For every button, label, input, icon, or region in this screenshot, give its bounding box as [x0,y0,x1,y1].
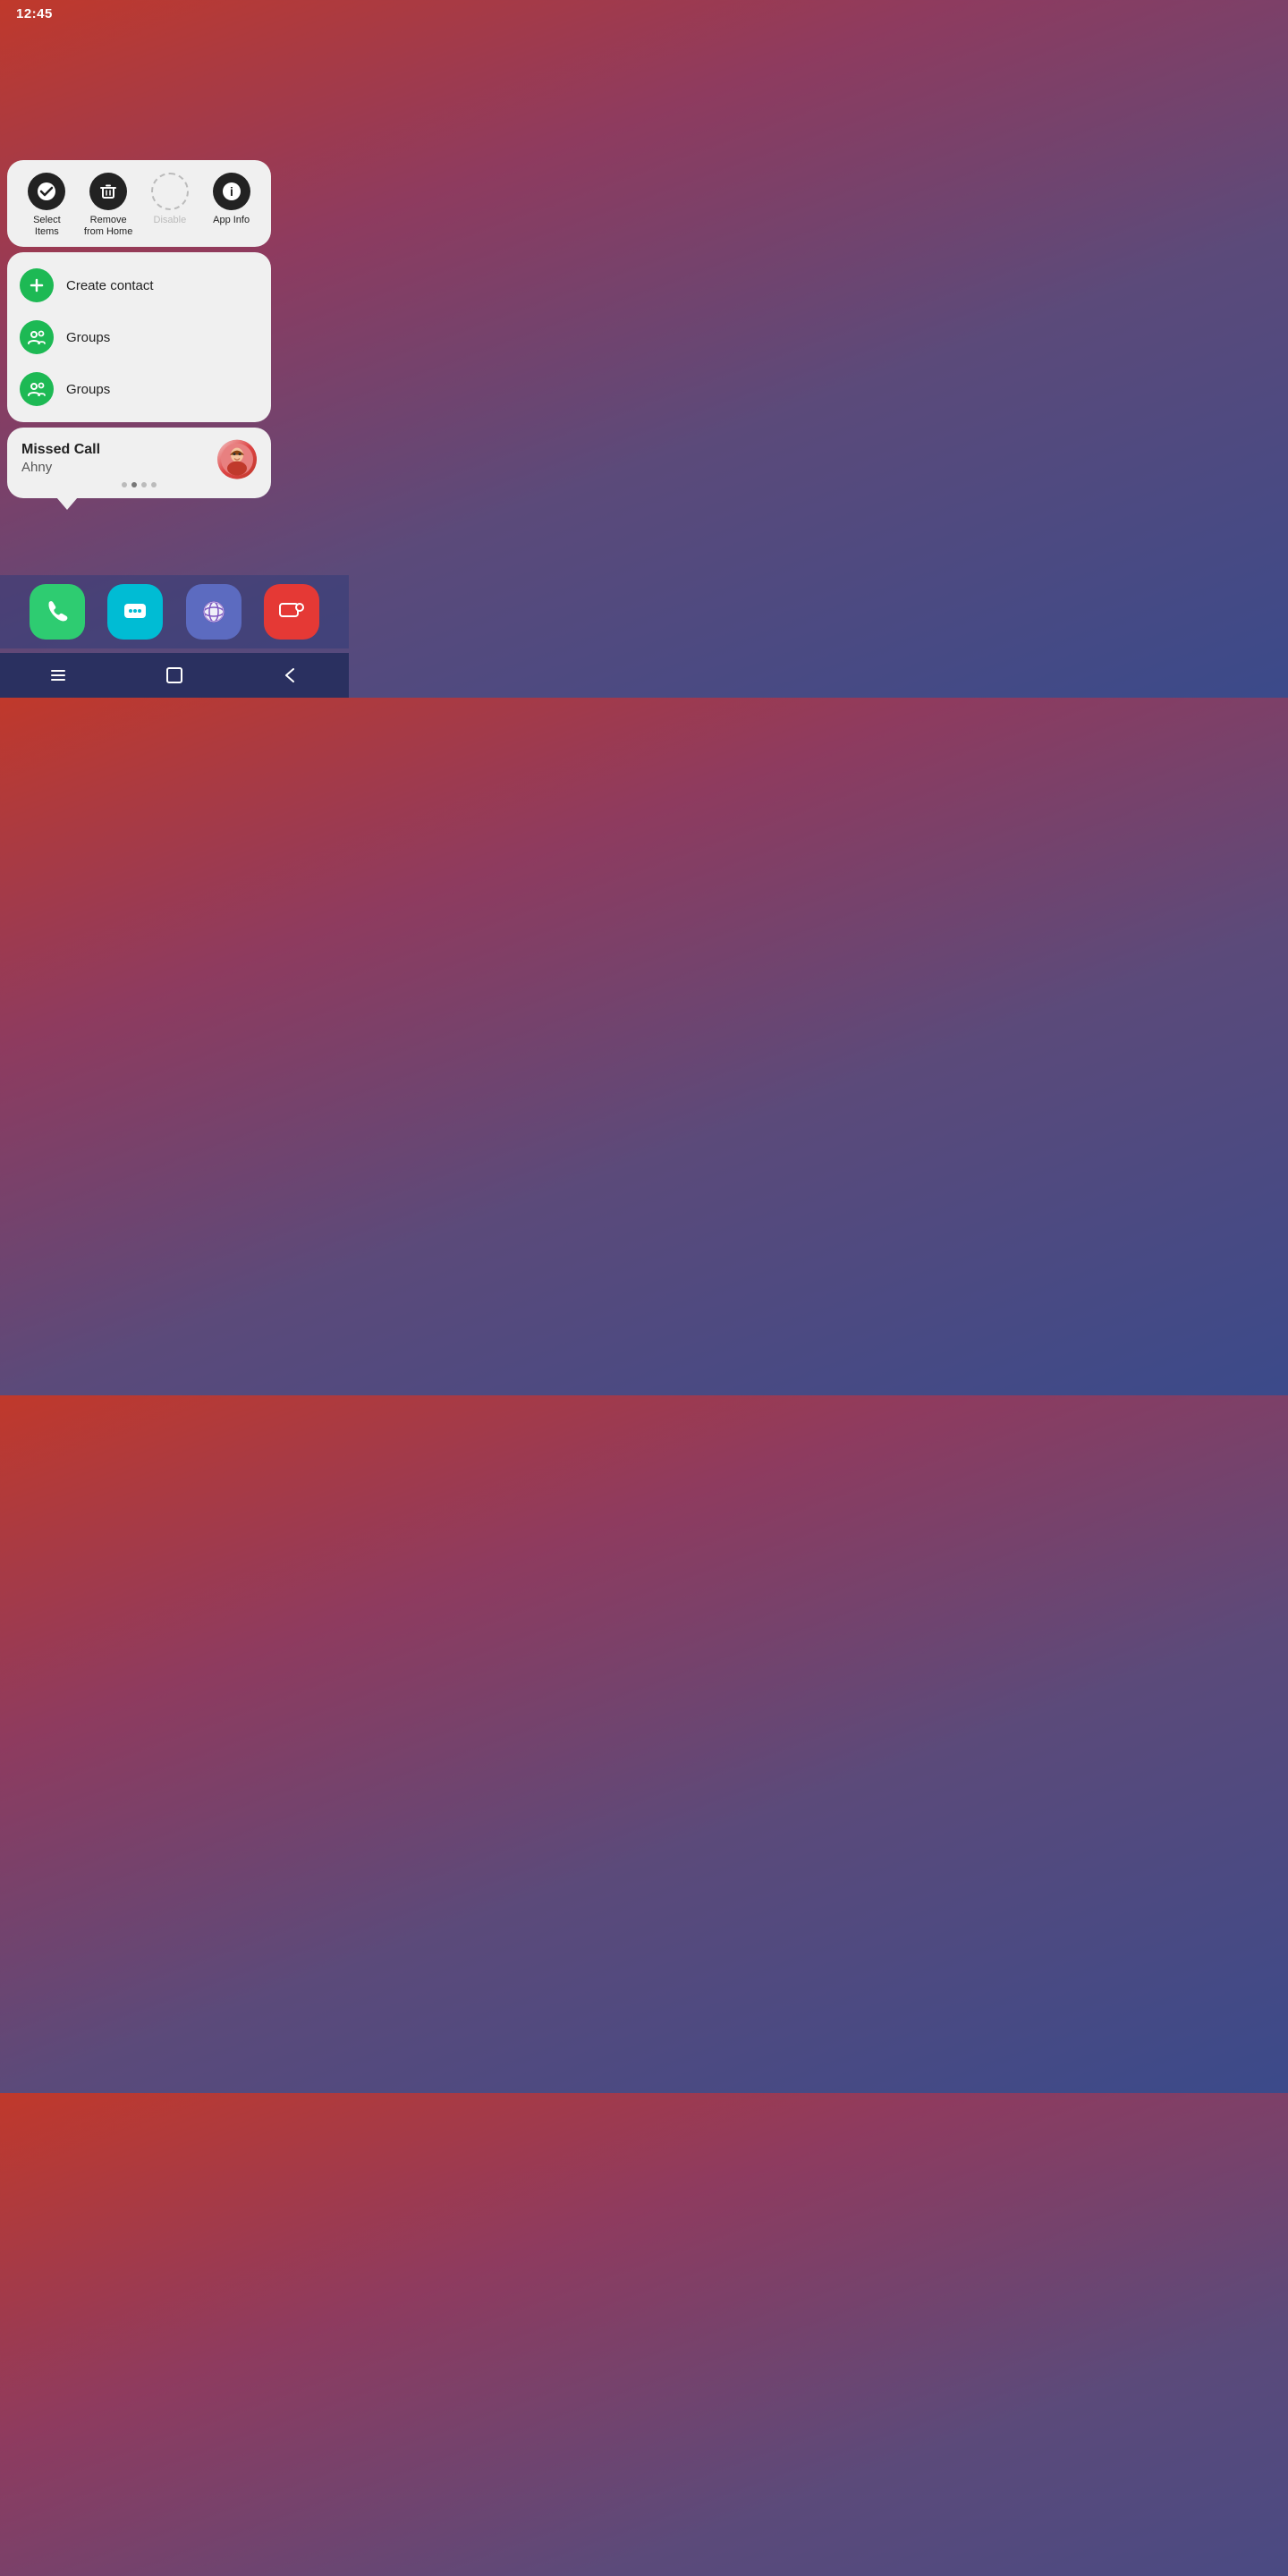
select-items-button[interactable]: SelectItems [20,173,73,238]
groups-icon-2 [20,372,54,406]
create-contact-shortcut[interactable]: Create contact [20,259,258,311]
svg-text:i: i [230,184,233,199]
disable-button[interactable]: Disable [143,173,197,226]
select-items-icon [28,173,65,210]
info-icon: i [213,173,250,210]
shortcuts-card: Create contact Groups [7,252,271,422]
groups-label-2: Groups [66,382,110,397]
context-menu-arrow [56,497,78,510]
context-menu-area: SelectItems Removefrom Home Disable [7,160,271,510]
groups-label-1: Groups [66,330,110,345]
status-time: 12:45 [16,6,53,21]
disable-label: Disable [154,215,187,226]
app-info-label: App Info [213,215,250,226]
select-items-label: SelectItems [33,215,61,238]
remove-from-home-button[interactable]: Removefrom Home [81,173,135,238]
widget-dot-4 [151,482,157,487]
app-dock [0,575,349,648]
create-contact-label: Create contact [66,278,154,293]
widget-page-dots [21,482,257,487]
app-info-button[interactable]: i App Info [205,173,258,226]
avatar-image [217,439,257,479]
back-button[interactable] [273,657,309,693]
missed-call-widget[interactable]: Missed Call Ahny [7,428,271,498]
browser-app-icon[interactable] [186,584,242,640]
actions-card: SelectItems Removefrom Home Disable [7,160,271,247]
contact-avatar [217,439,257,479]
groups-shortcut-1[interactable]: Groups [20,311,258,363]
trash-icon [89,173,127,210]
home-button[interactable] [157,657,192,693]
disable-icon [151,173,189,210]
status-bar: 12:45 [0,0,349,27]
groups-icon-1 [20,320,54,354]
messages-app-icon[interactable] [107,584,163,640]
recent-apps-button[interactable] [40,657,76,693]
remove-from-home-label: Removefrom Home [84,215,132,238]
screen-recorder-app-icon[interactable] [264,584,319,640]
widget-dot-3 [141,482,147,487]
widget-dot-1 [122,482,127,487]
navigation-bar [0,653,349,698]
create-contact-icon [20,268,54,302]
groups-shortcut-2[interactable]: Groups [20,363,258,415]
phone-app-icon[interactable] [30,584,85,640]
widget-dot-2 [131,482,137,487]
